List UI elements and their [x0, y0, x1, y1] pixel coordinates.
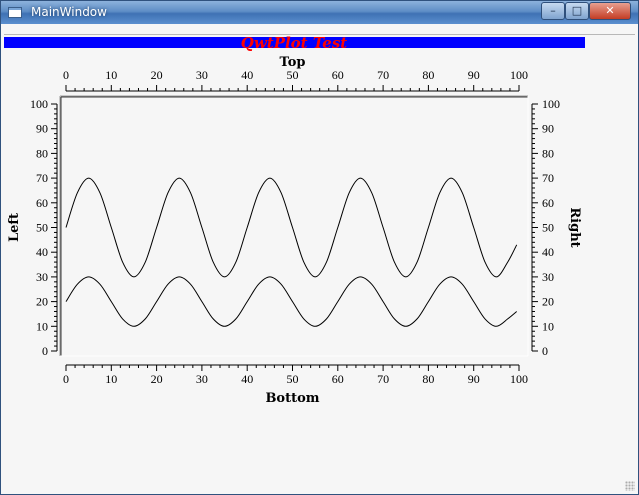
menu-bar — [4, 24, 635, 35]
right-axis-tick-label: 20 — [542, 295, 554, 309]
right-axis-tick-label: 60 — [542, 196, 554, 210]
left-axis-tick-label: 10 — [36, 319, 48, 333]
right-axis-tick-label: 80 — [542, 146, 554, 160]
title-bar[interactable]: MainWindow – □ ✕ — [1, 1, 638, 24]
bottom-axis-tick-label: 50 — [287, 372, 299, 386]
close-button[interactable]: ✕ — [589, 2, 631, 20]
bottom-axis-tick-label: 60 — [332, 372, 344, 386]
top-axis-tick-label: 40 — [241, 68, 253, 82]
series-line-1 — [65, 177, 518, 278]
series-line-2 — [65, 276, 518, 327]
bottom-axis-tick-label: 80 — [422, 372, 434, 386]
left-axis-tick-label: 20 — [36, 295, 48, 309]
left-axis-tick-label: 30 — [36, 270, 48, 284]
size-grip-icon[interactable] — [625, 481, 635, 491]
right-axis-tick-label: 40 — [542, 245, 554, 259]
bottom-axis-tick-label: 30 — [196, 372, 208, 386]
bottom-axis-tick-label: 40 — [241, 372, 253, 386]
top-axis-tick-label: 50 — [287, 68, 299, 82]
right-axis-tick-label: 90 — [542, 122, 554, 136]
right-axis-tick-label: 100 — [542, 97, 560, 111]
left-axis-title: Left — [7, 213, 22, 242]
left-axis-tick-label: 90 — [36, 122, 48, 136]
top-axis-tick-label: 60 — [332, 68, 344, 82]
client-area: QwtPlot Test 0 10 20 30 40 50 60 70 80 90 100 Top 0 10… — [4, 36, 635, 491]
right-axis-tick-label: 50 — [542, 221, 554, 235]
bottom-axis-tick-label: 20 — [151, 372, 163, 386]
top-axis-tick-label: 30 — [196, 68, 208, 82]
left-axis-tick-label: 60 — [36, 196, 48, 210]
bottom-axis-tick-label: 100 — [510, 372, 528, 386]
left-axis-tick-label: 0 — [42, 344, 48, 358]
app-window-icon — [8, 7, 22, 18]
close-icon: ✕ — [605, 4, 615, 17]
chart-title: QwtPlot Test — [241, 36, 347, 52]
left-axis-tick-label: 50 — [36, 221, 48, 235]
maximize-button[interactable]: □ — [565, 2, 589, 20]
bottom-axis-tick-label: 10 — [105, 372, 117, 386]
top-axis-tick-label: 10 — [105, 68, 117, 82]
right-axis-tick-label: 10 — [542, 319, 554, 333]
bottom-axis-title: Bottom — [265, 391, 319, 406]
right-axis-tick-label: 70 — [542, 171, 554, 185]
right-axis-tick-label: 0 — [542, 344, 548, 358]
top-axis-title: Top — [280, 55, 306, 70]
top-axis-tick-label: 20 — [151, 68, 163, 82]
main-window: MainWindow – □ ✕ QwtPlot Test 0 10 20 30 40 50… — [0, 0, 639, 495]
bottom-axis-tick-label: 0 — [63, 372, 69, 386]
left-axis-tick-label: 40 — [36, 245, 48, 259]
right-axis-tick-label: 30 — [542, 270, 554, 284]
bottom-axis-tick-label: 90 — [468, 372, 480, 386]
window-title: MainWindow — [31, 5, 107, 19]
minimize-button[interactable]: – — [541, 2, 565, 20]
left-axis-tick-label: 100 — [30, 97, 48, 111]
top-axis-tick-label: 70 — [377, 68, 389, 82]
qwt-plot: QwtPlot Test0 10 20 30 40 50 60 70 80 90 100Top0 10… — [4, 36, 585, 406]
left-axis-tick-label: 70 — [36, 171, 48, 185]
top-axis-tick-label: 80 — [422, 68, 434, 82]
top-axis-tick-label: 90 — [468, 68, 480, 82]
top-axis-tick-label: 100 — [510, 68, 528, 82]
left-axis-tick-label: 80 — [36, 146, 48, 160]
right-axis-title: Right — [567, 207, 582, 247]
maximize-icon: □ — [571, 4, 583, 17]
top-axis-tick-label: 0 — [63, 68, 69, 82]
minimize-icon: – — [550, 4, 556, 17]
bottom-axis-tick-label: 70 — [377, 372, 389, 386]
